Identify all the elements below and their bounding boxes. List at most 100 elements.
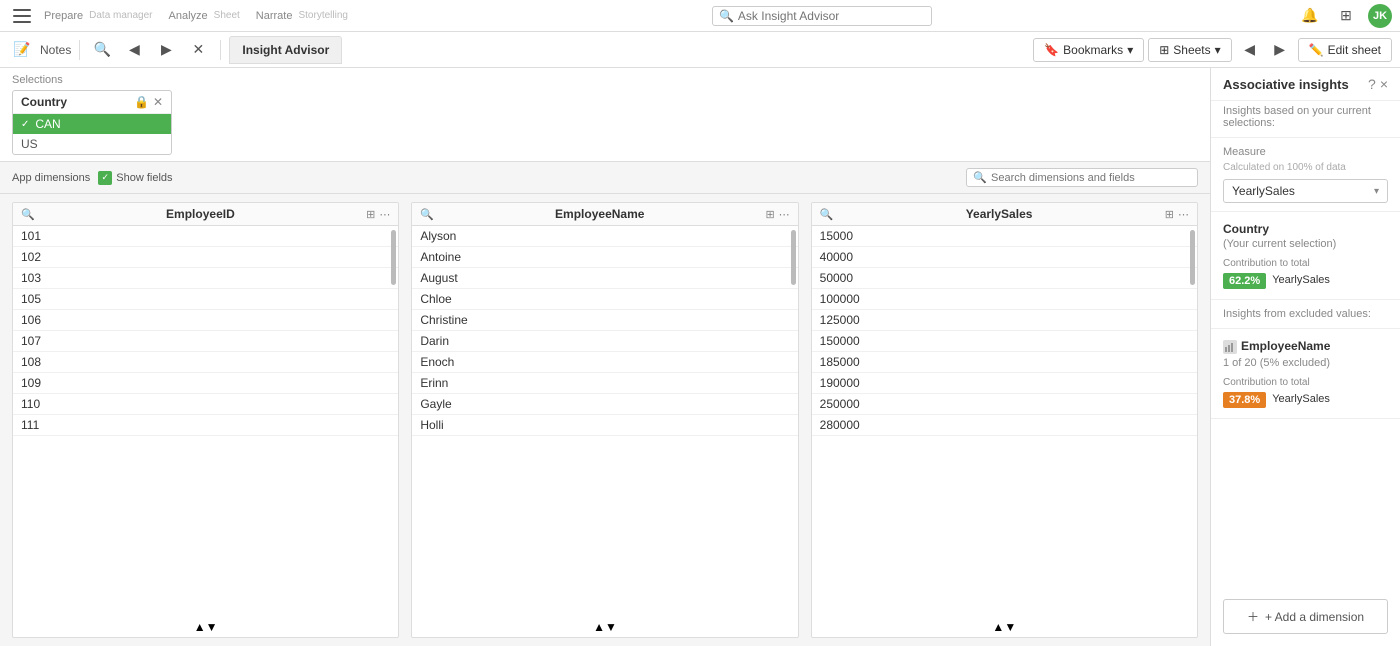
bookmarks-button[interactable]: 🔖 Bookmarks ▾ xyxy=(1033,38,1144,62)
dim-search-box[interactable]: 🔍 xyxy=(966,168,1198,187)
plus-icon: ＋ xyxy=(1247,608,1259,625)
insight-search-input[interactable] xyxy=(738,9,918,23)
table-row[interactable]: Chloe xyxy=(412,289,797,310)
sheets-arrow: ▾ xyxy=(1215,43,1221,57)
excluded-insight-card: EmployeeName 1 of 20 (5% excluded) Contr… xyxy=(1211,329,1400,419)
table-row[interactable]: Enoch xyxy=(412,352,797,373)
table-row[interactable]: 106 xyxy=(13,310,398,331)
table-row[interactable]: Antoine xyxy=(412,247,797,268)
selection-list: ✓ CAN US xyxy=(13,114,171,154)
scroll-down-btn-2[interactable]: ▼ xyxy=(605,620,617,634)
table-row[interactable]: 100000 xyxy=(812,289,1197,310)
narrate-section: Narrate Storytelling xyxy=(256,10,348,22)
table-row[interactable]: Darin xyxy=(412,331,797,352)
yearly-sales-copy-icon[interactable]: ⊞ xyxy=(1165,208,1174,221)
clear-all-button[interactable]: ✕ xyxy=(184,36,212,64)
dim-search-icon-employeename[interactable]: 🔍 xyxy=(420,208,434,221)
table-row[interactable]: 110 xyxy=(13,394,398,415)
employee-name-more-icon[interactable]: ⋯ xyxy=(779,208,790,221)
table-row[interactable]: 102 xyxy=(13,247,398,268)
current-selection-insight-card: Country (Your current selection) Contrib… xyxy=(1211,212,1400,300)
table-row[interactable]: Erinn xyxy=(412,373,797,394)
hamburger-icon[interactable] xyxy=(13,9,31,23)
measure-dropdown[interactable]: YearlySales ▾ xyxy=(1223,179,1388,203)
dim-search-icon-employeeid[interactable]: 🔍 xyxy=(21,208,35,221)
table-row[interactable]: 105 xyxy=(13,289,398,310)
table-row[interactable]: 50000 xyxy=(812,268,1197,289)
table-row[interactable]: 109 xyxy=(13,373,398,394)
country-selection-box: Country 🔒 ✕ ✓ CAN xyxy=(12,90,172,155)
show-fields-checkbox[interactable]: ✓ xyxy=(98,171,112,185)
insight-search-bar[interactable]: 🔍 xyxy=(712,6,932,26)
right-panel-subtitle: Insights based on your current selection… xyxy=(1211,101,1400,138)
scroll-down-btn-3[interactable]: ▼ xyxy=(1004,620,1016,634)
table-row[interactable]: 111 xyxy=(13,415,398,436)
lock-icon[interactable]: 🔒 xyxy=(134,95,149,109)
clear-selection-icon[interactable]: ✕ xyxy=(153,95,163,109)
dim-search-icon-yearlysales[interactable]: 🔍 xyxy=(820,208,834,221)
dim-search-input[interactable] xyxy=(991,172,1191,184)
selection-box-header: Country 🔒 ✕ xyxy=(13,91,171,114)
table-row[interactable]: 280000 xyxy=(812,415,1197,436)
employee-id-more-icon[interactable]: ⋯ xyxy=(379,208,390,221)
table-row[interactable]: 185000 xyxy=(812,352,1197,373)
scroll-handle xyxy=(791,230,796,285)
next-sheet-button[interactable]: ▶ xyxy=(1266,36,1294,64)
right-panel-title: Associative insights xyxy=(1223,77,1349,92)
employee-name-copy-icon[interactable]: ⊞ xyxy=(765,208,774,221)
apps-button[interactable]: ⊞ xyxy=(1332,2,1360,30)
add-dimension-button[interactable]: ＋ + Add a dimension xyxy=(1223,599,1388,634)
table-row[interactable]: Gayle xyxy=(412,394,797,415)
scroll-up-btn-3[interactable]: ▲ xyxy=(992,620,1004,634)
scroll-up-btn-2[interactable]: ▲ xyxy=(593,620,605,634)
bookmarks-icon: 🔖 xyxy=(1044,43,1059,57)
contribution-detail-country: YearlySales xyxy=(1272,274,1388,288)
table-row[interactable]: 250000 xyxy=(812,394,1197,415)
smart-search-button[interactable]: 🔍 xyxy=(88,36,116,64)
prepare-submenu: Data manager xyxy=(89,10,152,21)
prev-sheet-button[interactable]: ◀ xyxy=(1236,36,1264,64)
sheets-button[interactable]: ⊞ Sheets ▾ xyxy=(1148,38,1231,62)
tab-insight-advisor[interactable]: Insight Advisor xyxy=(229,36,342,64)
notes-label[interactable]: Notes xyxy=(40,43,71,57)
edit-sheet-button[interactable]: ✏️ Edit sheet xyxy=(1298,38,1392,62)
scroll-down-btn[interactable]: ▼ xyxy=(206,620,218,634)
show-fields-checkbox-label[interactable]: ✓ Show fields xyxy=(98,171,172,185)
table-row[interactable]: Christine xyxy=(412,310,797,331)
insight-card-title-country: Country xyxy=(1223,222,1388,236)
table-row[interactable]: 101 xyxy=(13,226,398,247)
dim-search-icon: 🔍 xyxy=(973,171,987,184)
table-row[interactable]: 190000 xyxy=(812,373,1197,394)
table-row[interactable]: 40000 xyxy=(812,247,1197,268)
yearly-sales-table-wrapper: 15000 40000 50000 100000 125000 150000 1… xyxy=(812,226,1197,617)
selections-row: Country 🔒 ✕ ✓ CAN xyxy=(12,90,172,155)
contribution-bar-area-country: 62.2% YearlySales xyxy=(1223,273,1388,289)
employee-id-table-body[interactable]: 101 102 103 105 106 107 108 109 110 111 xyxy=(13,226,398,617)
spacer xyxy=(1211,419,1400,599)
table-row[interactable]: 15000 xyxy=(812,226,1197,247)
selection-item-us[interactable]: US xyxy=(13,134,171,154)
notifications-button[interactable]: 🔔 xyxy=(1296,2,1324,30)
selection-item-can[interactable]: ✓ CAN xyxy=(13,114,171,134)
yearly-sales-table-body[interactable]: 15000 40000 50000 100000 125000 150000 1… xyxy=(812,226,1197,617)
close-panel-button[interactable]: × xyxy=(1380,76,1388,92)
table-row[interactable]: 107 xyxy=(13,331,398,352)
table-row[interactable]: 150000 xyxy=(812,331,1197,352)
table-row[interactable]: Holli xyxy=(412,415,797,436)
narrate-submenu: Storytelling xyxy=(298,10,347,21)
help-icon[interactable]: ? xyxy=(1368,76,1376,92)
prepare-label: Prepare xyxy=(44,10,83,22)
table-row[interactable]: 108 xyxy=(13,352,398,373)
employee-name-table-body[interactable]: Alyson Antoine August Chloe Christine Da… xyxy=(412,226,797,617)
employee-id-copy-icon[interactable]: ⊞ xyxy=(366,208,375,221)
table-row[interactable]: August xyxy=(412,268,797,289)
scroll-up-btn[interactable]: ▲ xyxy=(194,620,206,634)
selection-forward-button[interactable]: ▶ xyxy=(152,36,180,64)
table-row[interactable]: 125000 xyxy=(812,310,1197,331)
table-row[interactable]: Alyson xyxy=(412,226,797,247)
notes-button[interactable]: 📝 xyxy=(8,36,36,64)
yearly-sales-more-icon[interactable]: ⋯ xyxy=(1178,208,1189,221)
user-avatar[interactable]: JK xyxy=(1368,4,1392,28)
selection-back-button[interactable]: ◀ xyxy=(120,36,148,64)
table-row[interactable]: 103 xyxy=(13,268,398,289)
